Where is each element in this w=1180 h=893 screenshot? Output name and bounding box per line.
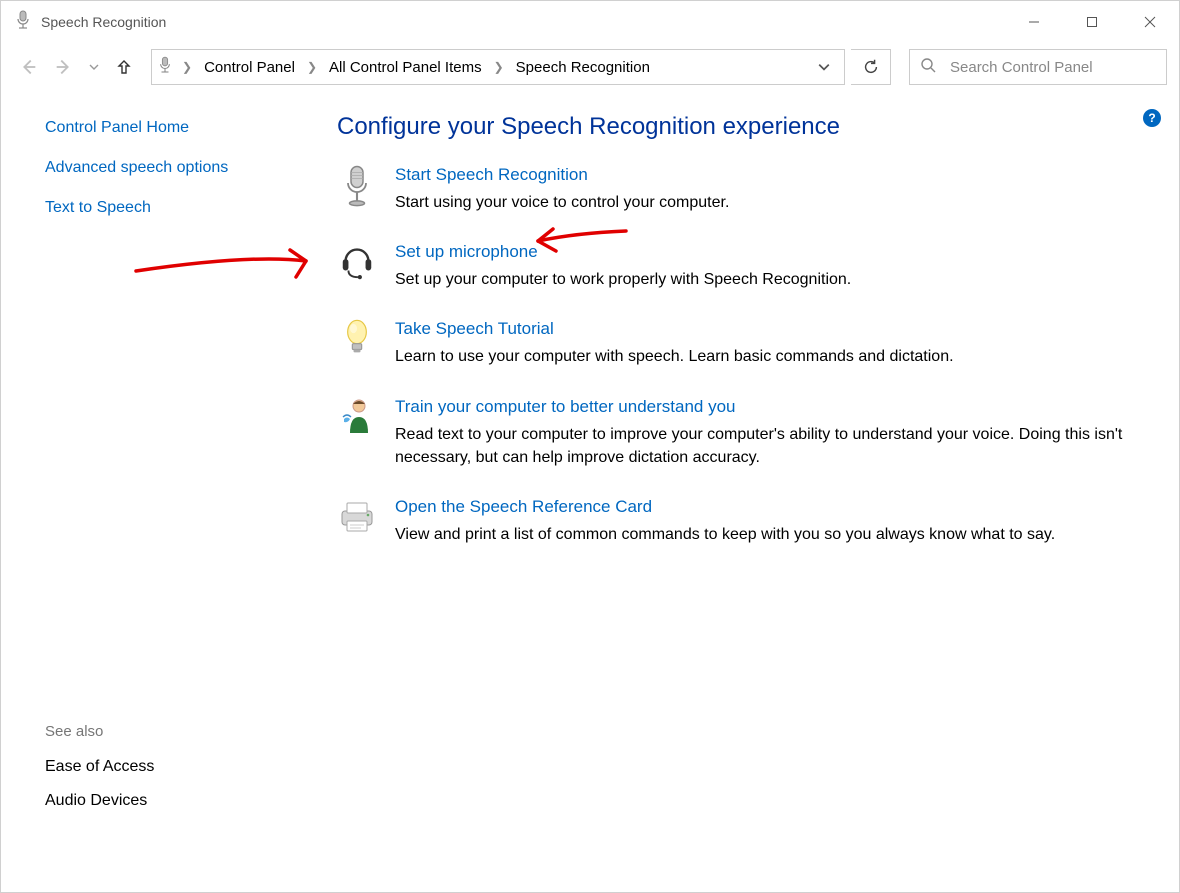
title-bar: Speech Recognition (1, 1, 1179, 43)
chevron-right-icon[interactable]: ❯ (494, 60, 504, 74)
address-bar[interactable]: ❯ Control Panel ❯ All Control Panel Item… (151, 49, 845, 85)
microphone-icon (158, 56, 172, 78)
see-also-audio-devices[interactable]: Audio Devices (45, 792, 301, 810)
item-reference-card: Open the Speech Reference Card View and … (337, 497, 1149, 546)
main-content: Configure your Speech Recognition experi… (301, 91, 1179, 892)
item-train-computer: Train your computer to better understand… (337, 397, 1149, 469)
chevron-right-icon[interactable]: ❯ (307, 60, 317, 74)
link-speech-tutorial[interactable]: Take Speech Tutorial (395, 319, 554, 338)
search-icon (920, 57, 936, 77)
item-description: Start using your voice to control your c… (395, 191, 1129, 214)
up-button[interactable] (109, 52, 139, 82)
item-setup-microphone: Set up microphone Set up your computer t… (337, 242, 1149, 291)
item-description: View and print a list of common commands… (395, 523, 1129, 546)
page-heading: Configure your Speech Recognition experi… (337, 113, 1149, 141)
sidebar-link-advanced[interactable]: Advanced speech options (45, 159, 301, 177)
item-speech-tutorial: Take Speech Tutorial Learn to use your c… (337, 319, 1149, 368)
item-start-speech-recognition: Start Speech Recognition Start using you… (337, 165, 1149, 214)
microphone-icon (337, 165, 377, 214)
see-also-heading: See also (45, 723, 301, 740)
sidebar-link-tts[interactable]: Text to Speech (45, 199, 301, 217)
link-start-speech-recognition[interactable]: Start Speech Recognition (395, 165, 588, 184)
sidebar: Control Panel Home Advanced speech optio… (1, 91, 301, 892)
link-setup-microphone[interactable]: Set up microphone (395, 242, 538, 261)
forward-button[interactable] (49, 52, 79, 82)
window-title: Speech Recognition (41, 14, 166, 30)
microphone-icon (15, 10, 31, 34)
item-description: Read text to your computer to improve yo… (395, 423, 1129, 469)
search-input[interactable] (948, 58, 1156, 77)
lightbulb-icon (337, 319, 377, 368)
breadcrumb-item[interactable]: All Control Panel Items (327, 57, 484, 78)
headset-icon (337, 242, 377, 291)
see-also-ease-of-access[interactable]: Ease of Access (45, 758, 301, 776)
breadcrumb-item[interactable]: Speech Recognition (514, 57, 652, 78)
address-bar-dropdown[interactable] (810, 61, 838, 73)
search-box[interactable] (909, 49, 1167, 85)
recent-locations-dropdown[interactable] (85, 52, 103, 82)
breadcrumb-item[interactable]: Control Panel (202, 57, 297, 78)
printer-icon (337, 497, 377, 546)
maximize-button[interactable] (1063, 1, 1121, 43)
sidebar-link-home[interactable]: Control Panel Home (45, 119, 301, 137)
item-description: Set up your computer to work properly wi… (395, 268, 1129, 291)
back-button[interactable] (13, 52, 43, 82)
toolbar: ❯ Control Panel ❯ All Control Panel Item… (1, 43, 1179, 91)
minimize-button[interactable] (1005, 1, 1063, 43)
person-icon (337, 397, 377, 469)
link-train-computer[interactable]: Train your computer to better understand… (395, 397, 736, 416)
refresh-button[interactable] (851, 49, 891, 85)
close-button[interactable] (1121, 1, 1179, 43)
link-reference-card[interactable]: Open the Speech Reference Card (395, 497, 652, 516)
item-description: Learn to use your computer with speech. … (395, 345, 1129, 368)
chevron-right-icon[interactable]: ❯ (182, 60, 192, 74)
